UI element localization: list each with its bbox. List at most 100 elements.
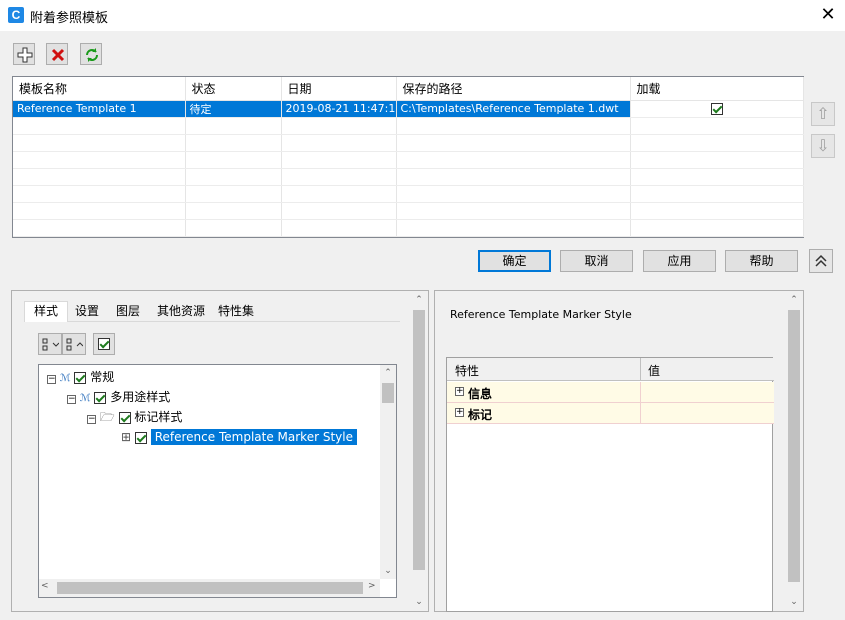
col-date[interactable]: 日期: [281, 77, 397, 101]
table-row: [13, 202, 804, 220]
cancel-button[interactable]: 取消: [560, 250, 633, 272]
expand-all-button[interactable]: [38, 333, 62, 355]
chevron-down-icon[interactable]: ⌄: [411, 594, 427, 610]
check-all-button[interactable]: [93, 333, 115, 355]
refresh-button[interactable]: [80, 43, 102, 65]
detail-title: Reference Template Marker Style: [450, 308, 632, 321]
chevron-right-icon[interactable]: >: [368, 581, 376, 591]
left-panel-vscroll[interactable]: ⌃ ⌄: [411, 292, 427, 610]
ok-button[interactable]: 确定: [478, 250, 551, 272]
collapse-icon[interactable]: −: [47, 375, 56, 384]
expand-icon[interactable]: +: [455, 387, 464, 396]
tree-node-root[interactable]: − ℳ 常规: [47, 368, 114, 386]
tree-expand-icon: [42, 338, 59, 351]
table-row[interactable]: Reference Template 1 待定 2019-08-21 11:47…: [13, 100, 804, 118]
chevron-up-icon[interactable]: ⌃: [411, 292, 427, 308]
header-divider: [640, 358, 641, 381]
scroll-thumb[interactable]: [788, 310, 800, 582]
collapse-icon[interactable]: −: [87, 415, 96, 424]
arrow-up-icon: ⇧: [816, 104, 830, 123]
delete-icon: [51, 48, 65, 62]
tab-settings[interactable]: 设置: [69, 302, 105, 321]
tree-vscroll[interactable]: ⌃ ⌄: [380, 365, 396, 579]
refresh-icon: [86, 48, 98, 62]
property-row[interactable]: + 标记: [447, 403, 774, 424]
chevron-up-icon[interactable]: ⌃: [380, 365, 396, 381]
close-icon[interactable]: ✕: [815, 3, 841, 27]
tab-layers[interactable]: 图层: [110, 302, 146, 321]
table-row: [13, 151, 804, 169]
folder-open-icon: 🗁: [99, 410, 115, 424]
double-chevron-up-icon: [815, 254, 827, 267]
table-row: [13, 185, 804, 203]
add-template-button[interactable]: [13, 43, 35, 65]
style-tree[interactable]: − ℳ 常规 − ℳ 多用途样式 − 🗁 标记样式 ⊞ Reference Te…: [38, 364, 397, 598]
tree-node-label: 标记样式: [134, 410, 183, 424]
col-path[interactable]: 保存的路径: [396, 77, 631, 101]
help-button[interactable]: 帮助: [725, 250, 798, 272]
scroll-thumb[interactable]: [382, 383, 394, 403]
style-group-icon: ℳ: [79, 393, 91, 404]
scroll-thumb[interactable]: [57, 582, 363, 594]
tree-node-child[interactable]: − ℳ 多用途样式: [67, 388, 170, 406]
property-row[interactable]: + 信息: [447, 382, 774, 403]
tree-node-label: 多用途样式: [110, 390, 171, 404]
tab-divider: [24, 321, 400, 322]
table-row: [13, 219, 804, 237]
tree-node-label: 常规: [90, 370, 115, 384]
tree-node-leaf[interactable]: ⊞ Reference Template Marker Style: [121, 428, 357, 446]
tree-checkbox[interactable]: [134, 431, 147, 444]
tree-node-label: Reference Template Marker Style: [150, 429, 357, 445]
tree-checkbox[interactable]: [74, 371, 87, 384]
tree-node-grandchild[interactable]: − 🗁 标记样式: [87, 408, 182, 426]
property-grid[interactable]: 特性 值 + 信息 + 标记: [446, 357, 774, 612]
scroll-thumb[interactable]: [413, 310, 425, 570]
row-divider: [640, 403, 641, 424]
table-row: [13, 134, 804, 152]
collapse-icon[interactable]: −: [67, 395, 76, 404]
tab-property-sets[interactable]: 特性集: [213, 302, 259, 321]
chevron-down-icon[interactable]: ⌄: [786, 594, 802, 610]
right-panel-vscroll[interactable]: ⌃ ⌄: [786, 292, 802, 610]
cell-load[interactable]: [630, 100, 804, 118]
collapse-all-button[interactable]: [62, 333, 86, 355]
value-header-label: 值: [648, 364, 661, 378]
col-template-name[interactable]: 模板名称: [13, 77, 186, 101]
window-title: 附着参照模板: [30, 11, 109, 26]
move-up-button[interactable]: ⇧: [811, 102, 835, 126]
apply-button[interactable]: 应用: [643, 250, 716, 272]
marker-style-icon: ⊞: [121, 430, 132, 444]
plus-icon: [17, 47, 33, 63]
tree-hscroll[interactable]: < >: [39, 579, 380, 597]
chevron-left-icon[interactable]: <: [41, 581, 49, 591]
delete-template-button[interactable]: [46, 43, 68, 65]
load-checkbox[interactable]: [710, 103, 723, 115]
cell-path[interactable]: C:\Templates\Reference Template 1.dwt: [396, 100, 631, 118]
col-load[interactable]: 加载: [630, 77, 804, 101]
grid-header-row: 模板名称 状态 日期 保存的路径 加载: [13, 77, 804, 101]
property-header: 特性 值: [447, 358, 774, 381]
chevron-up-icon[interactable]: ⌃: [786, 292, 802, 308]
tab-other-resources[interactable]: 其他资源: [152, 302, 210, 321]
table-row: [13, 168, 804, 186]
tab-styles[interactable]: 样式: [24, 301, 68, 322]
collapse-button[interactable]: [809, 249, 833, 273]
chevron-down-icon[interactable]: ⌄: [380, 563, 396, 579]
style-group-icon: ℳ: [59, 373, 71, 384]
property-row-label: 信息: [468, 387, 493, 401]
tree-checkbox[interactable]: [118, 411, 131, 424]
arrow-down-icon: ⇩: [816, 136, 830, 155]
table-row: [13, 117, 804, 135]
row-divider: [640, 382, 641, 403]
cell-name[interactable]: Reference Template 1: [13, 100, 186, 118]
app-icon: C: [8, 7, 24, 23]
template-grid[interactable]: 模板名称 状态 日期 保存的路径 加载 Reference Template 1…: [12, 76, 804, 238]
check-all-icon: [98, 338, 110, 350]
tree-checkbox[interactable]: [94, 391, 107, 404]
expand-icon[interactable]: +: [455, 408, 464, 417]
cell-date[interactable]: 2019-08-21 11:47:17: [281, 100, 397, 118]
col-status[interactable]: 状态: [185, 77, 282, 101]
cell-status[interactable]: 待定: [185, 100, 282, 118]
move-down-button[interactable]: ⇩: [811, 134, 835, 158]
tree-collapse-icon: [66, 338, 83, 351]
